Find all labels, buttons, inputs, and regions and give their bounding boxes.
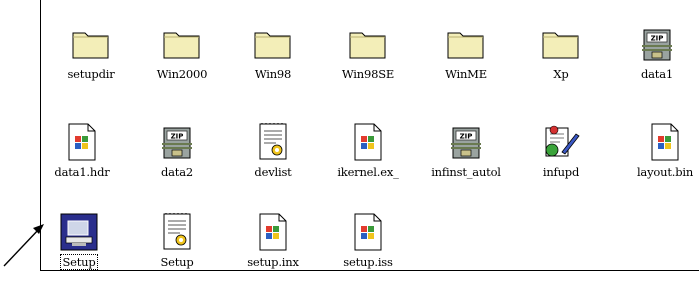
file-label: data1 bbox=[640, 67, 673, 81]
file-label: infinst_autol bbox=[431, 165, 501, 179]
file-label: ikernel.ex_ bbox=[337, 165, 399, 179]
windows-file-icon bbox=[348, 212, 388, 252]
windows-file-icon bbox=[645, 122, 685, 162]
file-label: Setup bbox=[60, 254, 98, 270]
file-item-layout-bin[interactable]: layout.bin bbox=[621, 122, 699, 192]
file-label: data2 bbox=[160, 165, 193, 179]
file-label: Setup bbox=[160, 255, 194, 269]
folder-icon bbox=[71, 24, 111, 64]
file-item-xp[interactable]: Xp bbox=[517, 24, 605, 94]
file-label: Xp bbox=[553, 67, 569, 81]
svg-text:ZIP: ZIP bbox=[651, 35, 664, 43]
zip-archive-icon: ZIP bbox=[157, 122, 197, 162]
file-label: WinME bbox=[445, 67, 487, 81]
file-label: Win98 bbox=[254, 67, 292, 81]
svg-text:ZIP: ZIP bbox=[171, 133, 184, 141]
zip-archive-icon: ZIP bbox=[446, 122, 486, 162]
file-item-setup-iss[interactable]: setup.iss bbox=[324, 212, 412, 282]
file-label: Win98SE bbox=[341, 67, 395, 81]
folder-icon bbox=[253, 24, 293, 64]
file-item-data1[interactable]: ZIP data1 bbox=[613, 24, 699, 94]
pointer-arrow bbox=[3, 224, 44, 267]
file-label: Win2000 bbox=[156, 67, 208, 81]
file-item-setup-config[interactable]: Setup bbox=[133, 212, 221, 282]
windows-file-icon bbox=[348, 122, 388, 162]
file-item-win2000[interactable]: Win2000 bbox=[138, 24, 226, 94]
file-item-ikernel[interactable]: ikernel.ex_ bbox=[324, 122, 412, 192]
folder-icon bbox=[162, 24, 202, 64]
file-item-win98se[interactable]: Win98SE bbox=[324, 24, 412, 94]
file-item-winme[interactable]: WinME bbox=[422, 24, 510, 94]
windows-file-icon bbox=[62, 122, 102, 162]
file-item-data1-hdr[interactable]: data1.hdr bbox=[38, 122, 126, 192]
file-label: devlist bbox=[254, 165, 292, 179]
file-label: setupdir bbox=[67, 67, 115, 81]
file-label: setup.inx bbox=[247, 255, 299, 269]
file-item-setupdir[interactable]: setupdir bbox=[47, 24, 135, 94]
file-item-infupd[interactable]: infupd bbox=[517, 122, 605, 192]
folder-icon bbox=[541, 24, 581, 64]
zip-archive-icon: ZIP bbox=[637, 24, 677, 64]
svg-text:ZIP: ZIP bbox=[460, 133, 473, 141]
file-view: setupdir Win2000 Win98 Win98SE WinME Xp bbox=[40, 0, 699, 271]
file-item-win98[interactable]: Win98 bbox=[229, 24, 317, 94]
file-item-data2[interactable]: ZIP data2 bbox=[133, 122, 221, 192]
file-label: infupd bbox=[542, 165, 580, 179]
folder-icon bbox=[348, 24, 388, 64]
file-label: layout.bin bbox=[636, 165, 694, 179]
installer-pen-icon bbox=[541, 122, 581, 162]
file-item-devlist[interactable]: devlist bbox=[229, 122, 317, 192]
setup-computer-icon bbox=[59, 212, 99, 252]
file-item-infinst[interactable]: ZIP infinst_autol bbox=[422, 122, 510, 192]
file-item-setup-inx[interactable]: setup.inx bbox=[229, 212, 317, 282]
windows-file-icon bbox=[253, 212, 293, 252]
text-config-icon bbox=[157, 212, 197, 252]
file-label: data1.hdr bbox=[54, 165, 110, 179]
text-config-icon bbox=[253, 122, 293, 162]
file-label: setup.iss bbox=[343, 255, 393, 269]
folder-icon bbox=[446, 24, 486, 64]
